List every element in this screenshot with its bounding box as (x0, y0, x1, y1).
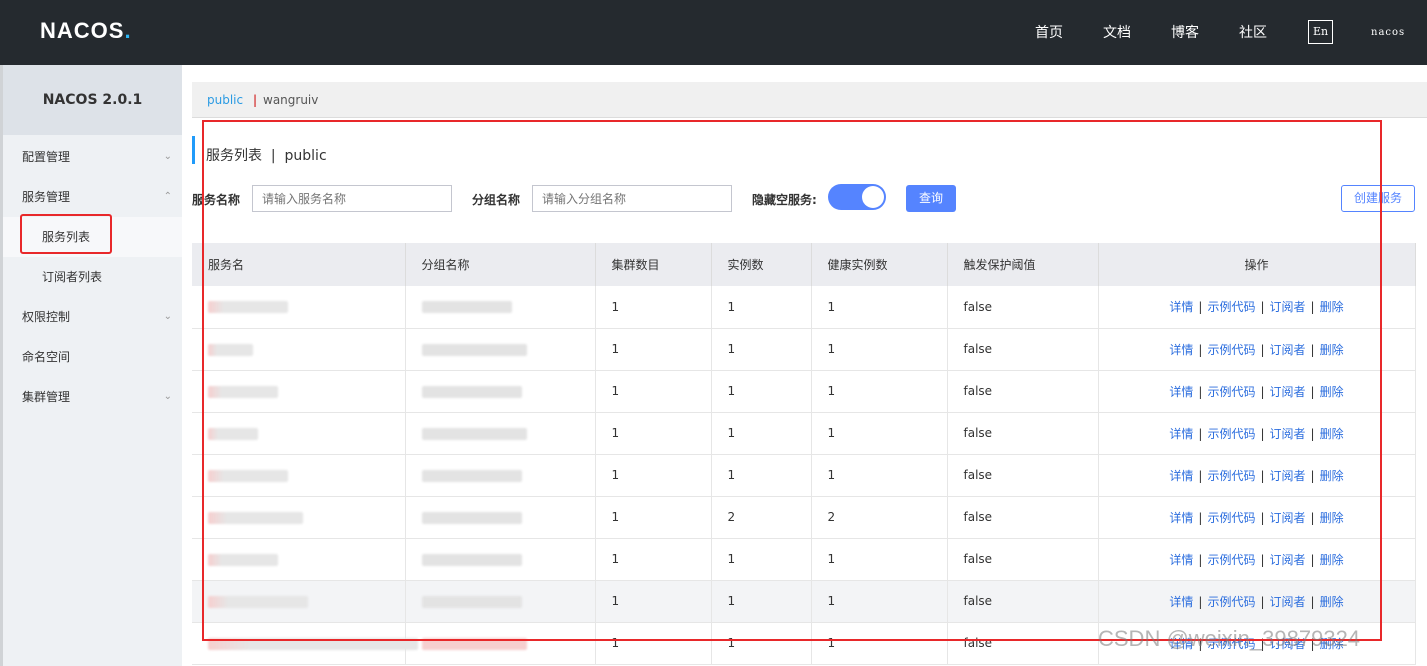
sidebar-item-label: 集群管理 (22, 390, 71, 404)
sidebar-item-namespace[interactable]: 命名空间 (3, 337, 182, 377)
sidebar-item-config[interactable]: 配置管理 ⌄ (3, 137, 182, 177)
nacos-logo[interactable]: NACOS. (40, 18, 132, 44)
namespace-separator: | (253, 93, 258, 107)
sidebar: NACOS 2.0.1 配置管理 ⌄ 服务管理 ⌃ 服务列表 订阅者列表 权限控… (0, 65, 182, 666)
chevron-down-icon: ⌄ (163, 311, 172, 322)
highlight-box-content (202, 120, 1382, 641)
sidebar-item-service[interactable]: 服务管理 ⌃ (3, 177, 182, 217)
highlight-box-sidebar (20, 214, 112, 254)
chevron-down-icon: ⌄ (163, 391, 172, 402)
namespace-bar: public | wangruiv (192, 82, 1427, 118)
sidebar-item-label: 服务管理 (22, 190, 71, 204)
chevron-up-icon: ⌃ (163, 191, 172, 202)
sidebar-item-label: 命名空间 (22, 350, 71, 364)
namespace-other[interactable]: wangruiv (263, 78, 318, 122)
sidebar-item-cluster[interactable]: 集群管理 ⌄ (3, 377, 182, 417)
namespace-public[interactable]: public (207, 78, 243, 122)
sidebar-item-label: 配置管理 (22, 150, 71, 164)
title-accent (192, 136, 195, 164)
language-switch[interactable]: En (1308, 20, 1333, 44)
user-menu[interactable]: nacos (1371, 27, 1405, 38)
sidebar-item-subscribers[interactable]: 订阅者列表 (3, 257, 182, 297)
sidebar-item-label: 订阅者列表 (42, 270, 103, 284)
watermark: CSDN @weixin_39879324 (1098, 626, 1361, 651)
nav-docs[interactable]: 文档 (1103, 22, 1131, 42)
nav-home[interactable]: 首页 (1035, 22, 1063, 42)
sidebar-item-auth[interactable]: 权限控制 ⌄ (3, 297, 182, 337)
sidebar-item-label: 权限控制 (22, 310, 71, 324)
chevron-down-icon: ⌄ (163, 151, 172, 162)
nav-community[interactable]: 社区 (1239, 22, 1267, 42)
nav-blog[interactable]: 博客 (1171, 22, 1199, 42)
sidebar-title: NACOS 2.0.1 (3, 65, 182, 135)
top-navbar: NACOS. 首页 文档 博客 社区 En nacos (0, 0, 1427, 65)
